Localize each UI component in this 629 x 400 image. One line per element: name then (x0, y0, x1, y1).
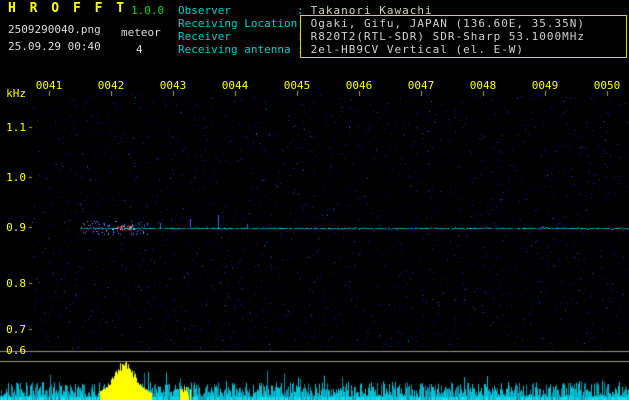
freq-unit-label: kHz (6, 87, 26, 100)
time-tick-label: 0049 (531, 79, 559, 92)
time-tick-label: 0048 (469, 79, 497, 92)
freq-tick-label: 0.8 (6, 277, 26, 290)
time-tick-label: 0047 (407, 79, 435, 92)
time-tick-label: 0043 (159, 79, 187, 92)
info-label: Receiving antenna (178, 43, 291, 56)
time-tick-label: 0050 (593, 79, 621, 92)
hrofft-screen: H R O F F T 1.0.0 2509290040.png meteor … (0, 0, 629, 400)
time-tick-label: 0041 (35, 79, 63, 92)
freq-tick-label: 1.0 (6, 171, 26, 184)
observation-timestamp: 25.09.29 00:40 (8, 40, 101, 53)
freq-tick-label: 1.1 (6, 121, 26, 134)
time-tick-label: 0046 (345, 79, 373, 92)
info-label: Receiver (178, 30, 231, 43)
freq-tick-label: 0.6 (6, 344, 26, 357)
time-tick-label: 0044 (221, 79, 249, 92)
info-highlight-box (300, 15, 627, 58)
output-filename: 2509290040.png (8, 23, 101, 36)
time-tick-label: 0045 (283, 79, 311, 92)
app-version: 1.0.0 (131, 4, 165, 17)
spectrogram-canvas (0, 0, 629, 400)
time-tick-label: 0042 (97, 79, 125, 92)
observation-mode: meteor (121, 26, 161, 39)
freq-tick-label: 0.7 (6, 323, 26, 336)
freq-tick-label: 0.9 (6, 221, 26, 234)
info-label: Observer (178, 4, 231, 17)
app-title: H R O F F T (8, 1, 128, 16)
info-label: Receiving Location (178, 17, 298, 30)
echo-count: 4 (136, 43, 143, 56)
